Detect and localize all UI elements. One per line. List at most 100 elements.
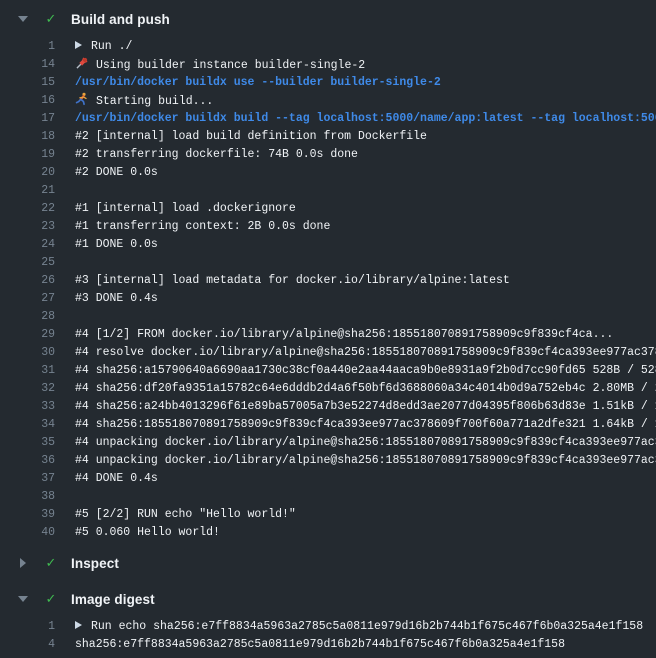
log-text: #4 sha256:185518070891758909c9f839cf4ca3… bbox=[75, 416, 656, 434]
line-number[interactable]: 1 bbox=[0, 38, 55, 56]
line-number[interactable]: 25 bbox=[0, 254, 55, 272]
line-number[interactable]: 35 bbox=[0, 434, 55, 452]
log-line: 24 #1 DONE 0.0s bbox=[0, 236, 656, 254]
log-line: 40 #5 0.060 Hello world! bbox=[0, 524, 656, 542]
line-number[interactable]: 22 bbox=[0, 200, 55, 218]
log-line: 28 bbox=[0, 308, 656, 326]
log-lines: 1 Run echo sha256:e7ff8834a5963a2785c5a08… bbox=[0, 618, 656, 654]
log-line: 31 #4 sha256:a15790640a6690aa1730c38cf0a4… bbox=[0, 362, 656, 380]
line-number[interactable]: 34 bbox=[0, 416, 55, 434]
pushpin-icon bbox=[75, 56, 89, 70]
section-image-digest: ✓ Image digest 1 Run echo sha256:e7ff8834… bbox=[0, 574, 656, 654]
log-text: #5 0.060 Hello world! bbox=[75, 524, 220, 542]
expand-arrow-icon[interactable] bbox=[75, 41, 82, 49]
log-line: 34 #4 sha256:185518070891758909c9f839cf4c… bbox=[0, 416, 656, 434]
line-number[interactable]: 23 bbox=[0, 218, 55, 236]
log-text: #1 DONE 0.0s bbox=[75, 236, 158, 254]
log-line: 22 #1 [internal] load .dockerignore bbox=[0, 200, 656, 218]
log-text: #4 resolve docker.io/library/alpine@sha2… bbox=[75, 344, 656, 362]
line-number[interactable]: 21 bbox=[0, 182, 55, 200]
section-build-and-push: ✓ Build and push 1 Run ./ 14 Using builder … bbox=[0, 0, 656, 542]
check-icon: ✓ bbox=[43, 592, 59, 607]
log-line: 19 #2 transferring dockerfile: 74B 0.0s d… bbox=[0, 146, 656, 164]
section-inspect: ✓ Inspect bbox=[0, 542, 656, 574]
chevron-right-icon[interactable] bbox=[18, 558, 28, 568]
log-line: 25 bbox=[0, 254, 656, 272]
log-text: /usr/bin/docker buildx use --builder bui… bbox=[75, 74, 441, 92]
log-text: Starting build... bbox=[75, 92, 213, 110]
log-line: 18 #2 [internal] load build definition fr… bbox=[0, 128, 656, 146]
log-line: 30 #4 resolve docker.io/library/alpine@sh… bbox=[0, 344, 656, 362]
expand-arrow-icon[interactable] bbox=[75, 621, 82, 629]
line-number[interactable]: 31 bbox=[0, 362, 55, 380]
log-line: 26 #3 [internal] load metadata for docker… bbox=[0, 272, 656, 290]
line-number[interactable]: 29 bbox=[0, 326, 55, 344]
log-text: #2 transferring dockerfile: 74B 0.0s don… bbox=[75, 146, 358, 164]
log-line: 29 #4 [1/2] FROM docker.io/library/alpine… bbox=[0, 326, 656, 344]
log-text: #3 [internal] load metadata for docker.i… bbox=[75, 272, 510, 290]
chevron-down-icon[interactable] bbox=[18, 16, 28, 22]
log-line: 23 #1 transferring context: 2B 0.0s done bbox=[0, 218, 656, 236]
line-number[interactable]: 16 bbox=[0, 92, 55, 110]
log-line: 33 #4 sha256:a24bb4013296f61e89ba57005a7b… bbox=[0, 398, 656, 416]
line-number[interactable]: 27 bbox=[0, 290, 55, 308]
log-text: #1 transferring context: 2B 0.0s done bbox=[75, 218, 330, 236]
line-number[interactable]: 33 bbox=[0, 398, 55, 416]
line-number[interactable]: 20 bbox=[0, 164, 55, 182]
line-number[interactable]: 1 bbox=[0, 618, 55, 636]
line-number[interactable]: 19 bbox=[0, 146, 55, 164]
line-number[interactable]: 38 bbox=[0, 488, 55, 506]
line-number[interactable]: 26 bbox=[0, 272, 55, 290]
check-icon: ✓ bbox=[43, 12, 59, 27]
log-text: #2 DONE 0.0s bbox=[75, 164, 158, 182]
log-text: #5 [2/2] RUN echo "Hello world!" bbox=[75, 506, 296, 524]
log-lines: 1 Run ./ 14 Using builder instance builder-… bbox=[0, 38, 656, 542]
line-number[interactable]: 14 bbox=[0, 56, 55, 74]
log-line: 15/usr/bin/docker buildx use --builder b… bbox=[0, 74, 656, 92]
log-text: sha256:e7ff8834a5963a2785c5a0811e979d16b… bbox=[75, 636, 565, 654]
log-text: Run ./ bbox=[75, 38, 132, 56]
log-text: /usr/bin/docker buildx build --tag local… bbox=[75, 110, 656, 128]
log-text: #1 [internal] load .dockerignore bbox=[75, 200, 296, 218]
log-text: #4 sha256:a24bb4013296f61e89ba57005a7b3e… bbox=[75, 398, 656, 416]
line-number[interactable]: 37 bbox=[0, 470, 55, 488]
line-number[interactable]: 24 bbox=[0, 236, 55, 254]
line-number[interactable]: 40 bbox=[0, 524, 55, 542]
section-header-image-digest[interactable]: ✓ Image digest bbox=[0, 588, 656, 610]
log-text: #4 sha256:a15790640a6690aa1730c38cf0a440… bbox=[75, 362, 656, 380]
log-text: #4 DONE 0.4s bbox=[75, 470, 158, 488]
log-line: 37 #4 DONE 0.4s bbox=[0, 470, 656, 488]
section-title: Build and push bbox=[71, 12, 170, 27]
log-line: 35#4 unpacking docker.io/library/alpine@… bbox=[0, 434, 656, 452]
log-text: #2 [internal] load build definition from… bbox=[75, 128, 427, 146]
line-number[interactable]: 17 bbox=[0, 110, 55, 128]
line-number[interactable]: 36 bbox=[0, 452, 55, 470]
line-number[interactable]: 32 bbox=[0, 380, 55, 398]
line-number[interactable]: 15 bbox=[0, 74, 55, 92]
line-number[interactable]: 18 bbox=[0, 128, 55, 146]
log-text: #4 unpacking docker.io/library/alpine@sh… bbox=[75, 452, 656, 470]
log-text: #4 sha256:df20fa9351a15782c64e6dddb2d4a6… bbox=[75, 380, 656, 398]
chevron-down-icon[interactable] bbox=[18, 596, 28, 602]
line-number[interactable]: 39 bbox=[0, 506, 55, 524]
section-title: Inspect bbox=[71, 556, 119, 571]
log-text: Using builder instance builder-single-2 bbox=[75, 56, 365, 74]
log-line: 1 Run ./ bbox=[0, 38, 656, 56]
log-text: #3 DONE 0.4s bbox=[75, 290, 158, 308]
section-header-build-and-push[interactable]: ✓ Build and push bbox=[0, 8, 656, 30]
line-number[interactable]: 4 bbox=[0, 636, 55, 654]
log-line: 16 Starting build... bbox=[0, 92, 656, 110]
log-line: 38 bbox=[0, 488, 656, 506]
log-text: Run echo sha256:e7ff8834a5963a2785c5a081… bbox=[75, 618, 643, 636]
check-icon: ✓ bbox=[43, 556, 59, 571]
log-line: 4 sha256:e7ff8834a5963a2785c5a0811e979d16… bbox=[0, 636, 656, 654]
log-line: 36 #4 unpacking docker.io/library/alpine@… bbox=[0, 452, 656, 470]
runner-icon bbox=[75, 92, 89, 106]
workflow-log-viewer: ✓ Build and push 1Run ./14Using builder … bbox=[0, 0, 656, 658]
log-line: 27 #3 DONE 0.4s bbox=[0, 290, 656, 308]
line-number[interactable]: 28 bbox=[0, 308, 55, 326]
line-number[interactable]: 30 bbox=[0, 344, 55, 362]
log-text: #4 [1/2] FROM docker.io/library/alpine@s… bbox=[75, 326, 613, 344]
log-line: 39 #5 [2/2] RUN echo "Hello world!" bbox=[0, 506, 656, 524]
section-header-inspect[interactable]: ✓ Inspect bbox=[0, 552, 656, 574]
